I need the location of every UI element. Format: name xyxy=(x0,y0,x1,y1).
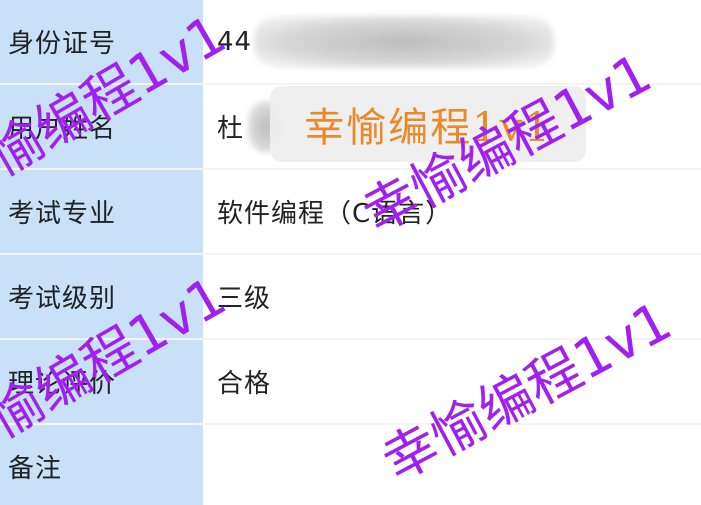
certificate-page: 身份证号 44 用户姓名 杜 考试专业 软件编程（C语言） 考试级别 三级 理论… xyxy=(0,0,701,505)
user-name-value: 杜 xyxy=(217,114,245,144)
remarks-label: 备注 xyxy=(0,425,203,505)
id-number-label: 身份证号 xyxy=(0,0,203,83)
remarks-value xyxy=(203,425,701,505)
exam-level-value: 三级 xyxy=(203,255,701,338)
exam-major-label: 考试专业 xyxy=(0,170,203,253)
theory-evaluation-value: 合格 xyxy=(203,340,701,423)
table-row-exam-major: 考试专业 软件编程（C语言） xyxy=(0,170,701,255)
id-number-value: 44 xyxy=(217,26,253,57)
theory-evaluation-label: 理论评价 xyxy=(0,340,203,423)
exam-level-label: 考试级别 xyxy=(0,255,203,338)
overlay-watermark: 幸愉编程1v1 xyxy=(270,86,586,162)
table-row-remarks: 备注 xyxy=(0,425,701,505)
table-row-theory-evaluation: 理论评价 合格 xyxy=(0,340,701,425)
table-row-id-number: 身份证号 44 xyxy=(0,0,701,85)
info-table: 身份证号 44 用户姓名 杜 考试专业 软件编程（C语言） 考试级别 三级 理论… xyxy=(0,0,701,505)
exam-major-value: 软件编程（C语言） xyxy=(203,170,701,253)
user-name-label: 用户姓名 xyxy=(0,85,203,168)
id-number-value-cell: 44 xyxy=(203,0,701,83)
table-row-exam-level: 考试级别 三级 xyxy=(0,255,701,340)
id-number-redaction xyxy=(254,15,555,68)
